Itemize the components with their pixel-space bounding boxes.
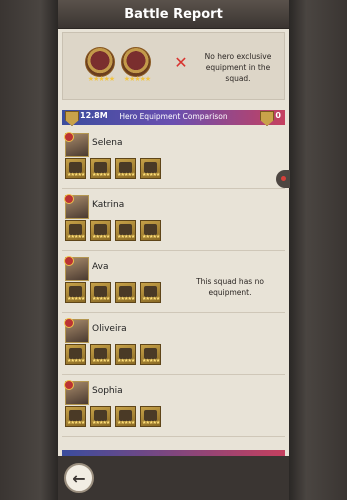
equipment-slot[interactable]: ★★★★★ bbox=[115, 158, 136, 179]
equipment-slot[interactable]: ★★★★★ bbox=[65, 406, 86, 427]
equipment-slot[interactable]: ★★★★★ bbox=[65, 282, 86, 303]
no-equipment-text: This squad has no equipment. bbox=[196, 277, 264, 297]
exclusive-equipment-card: ★★★★★ ★★★★★ ✕ No hero exclusive equipmen… bbox=[62, 32, 285, 100]
star-icons: ★★★★★ bbox=[87, 75, 115, 83]
equipment-slot[interactable]: ★★★★★ bbox=[140, 158, 161, 179]
equipment-comparison-bar: 12.8M Hero Equipment Comparison 0 bbox=[62, 110, 285, 126]
equipment-slot[interactable]: ★★★★★ bbox=[90, 406, 111, 427]
equipment-slot[interactable]: ★★★★★ bbox=[115, 220, 136, 241]
battle-report-panel: Battle Report ★★★★★ ★★★★★ ✕ No hero excl… bbox=[58, 0, 289, 500]
equipment-slot[interactable]: ★★★★★ bbox=[115, 344, 136, 365]
equipment-slot[interactable]: ★★★★★ bbox=[140, 406, 161, 427]
equipment-slot[interactable]: ★★★★★ bbox=[140, 344, 161, 365]
equipment-slot[interactable]: ★★★★★ bbox=[140, 282, 161, 303]
hero-portrait[interactable] bbox=[64, 132, 89, 157]
equipment-slot[interactable]: ★★★★★ bbox=[65, 220, 86, 241]
hero-portrait[interactable] bbox=[64, 256, 89, 281]
hero-portrait[interactable] bbox=[64, 318, 89, 343]
hero-name: Sophia bbox=[92, 386, 123, 396]
hero-portrait[interactable] bbox=[64, 380, 89, 405]
back-button[interactable]: ← bbox=[64, 463, 94, 493]
red-dot-icon bbox=[281, 176, 286, 181]
equipment-slot[interactable]: ★★★★★ bbox=[65, 344, 86, 365]
equipment-slot[interactable]: ★★★★★ bbox=[90, 158, 111, 179]
equipment-slot[interactable]: ★★★★★ bbox=[115, 282, 136, 303]
hero-name: Oliveira bbox=[92, 324, 127, 334]
comparison-title: Hero Equipment Comparison bbox=[119, 112, 228, 121]
left-background bbox=[0, 0, 58, 500]
hero-portrait[interactable] bbox=[64, 194, 89, 219]
exclusive-badge-icon: ★★★★★ bbox=[85, 47, 115, 83]
level-icon bbox=[64, 380, 74, 390]
star-icons: ★★★★★ bbox=[123, 75, 151, 83]
shield-icon bbox=[260, 111, 274, 126]
right-background bbox=[289, 0, 347, 500]
equipment-slot[interactable]: ★★★★★ bbox=[90, 282, 111, 303]
scroll-handle[interactable] bbox=[276, 170, 290, 188]
hero-row: Katrina ★★★★★ ★★★★★ ★★★★★ ★★★★★ bbox=[62, 192, 285, 251]
equipment-slot[interactable]: ★★★★★ bbox=[90, 344, 111, 365]
hero-row: Sophia ★★★★★ ★★★★★ ★★★★★ ★★★★★ bbox=[62, 378, 285, 437]
equipment-slot[interactable]: ★★★★★ bbox=[90, 220, 111, 241]
right-power-value: 0 bbox=[275, 111, 281, 120]
hero-name: Katrina bbox=[92, 200, 125, 210]
hero-name: Selena bbox=[92, 138, 123, 148]
equipment-slot[interactable]: ★★★★★ bbox=[115, 406, 136, 427]
exclusive-badge-icon: ★★★★★ bbox=[121, 47, 151, 83]
hero-name: Ava bbox=[92, 262, 109, 272]
hero-row: Selena ★★★★★ ★★★★★ ★★★★★ ★★★★★ bbox=[62, 130, 285, 189]
page-title: Battle Report bbox=[58, 0, 289, 29]
x-mark-icon: ✕ bbox=[174, 53, 188, 72]
back-arrow-icon: ← bbox=[72, 468, 86, 488]
footer-bar: ← bbox=[58, 456, 289, 500]
level-icon bbox=[64, 194, 74, 204]
hero-row: Oliveira ★★★★★ ★★★★★ ★★★★★ ★★★★★ bbox=[62, 316, 285, 375]
level-icon bbox=[64, 318, 74, 328]
equipment-slot[interactable]: ★★★★★ bbox=[65, 158, 86, 179]
level-icon bbox=[64, 132, 74, 142]
equipment-slot[interactable]: ★★★★★ bbox=[140, 220, 161, 241]
level-icon bbox=[64, 256, 74, 266]
no-exclusive-text: No hero exclusive equipment in the squad… bbox=[204, 52, 272, 83]
